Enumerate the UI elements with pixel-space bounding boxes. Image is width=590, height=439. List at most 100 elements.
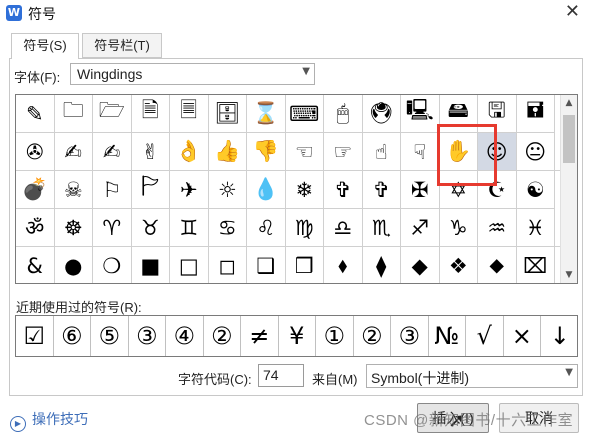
symbol-cell[interactable]: ♑ (439, 209, 478, 247)
symbol-cell[interactable]: ⌧ (517, 247, 555, 283)
symbol-cell[interactable]: 💣 (16, 171, 55, 209)
recent-symbol-cell[interactable]: ① (316, 316, 354, 356)
symbol-cell[interactable]: ♌ (247, 209, 286, 247)
symbol-cell[interactable]: 🗁 (93, 95, 132, 133)
symbol-cell[interactable]: ✈ (170, 171, 209, 209)
symbol-cell[interactable]: ✡ (439, 171, 478, 209)
symbol-cell[interactable]: 💧 (247, 171, 286, 209)
symbol-cell[interactable]: 🖴 (439, 95, 478, 133)
symbol-cell[interactable]: ● (55, 247, 93, 283)
symbol-cell[interactable]: ☜ (285, 133, 324, 171)
symbol-cell[interactable]: ♓ (516, 209, 555, 247)
symbol-cell[interactable]: ♉ (131, 209, 170, 247)
symbol-cell[interactable]: ❍ (93, 247, 132, 283)
recent-symbol-cell[interactable]: ⑥ (54, 316, 91, 356)
symbol-cell[interactable]: ☯ (516, 171, 555, 209)
recent-symbol-cell[interactable]: ③ (129, 316, 166, 356)
scroll-down-icon[interactable]: ▼ (561, 267, 577, 283)
symbol-cell[interactable]: 👎 (247, 133, 286, 171)
tab-symbol-bar[interactable]: 符号栏(T) (82, 33, 162, 58)
symbol-cell[interactable]: ✌ (131, 133, 170, 171)
recent-symbol-cell[interactable]: № (429, 316, 466, 356)
symbol-cell[interactable]: ☺ (478, 133, 517, 171)
recent-symbol-cell[interactable]: ≠ (241, 316, 279, 356)
symbol-cell[interactable]: ⬧ (324, 247, 363, 283)
symbol-cell[interactable]: ❒ (286, 247, 324, 283)
tips-label: 操作技巧 (32, 411, 88, 427)
tab-symbols[interactable]: 符号(S) (11, 33, 79, 59)
symbol-cell[interactable]: ॐ (16, 209, 55, 247)
symbol-grid-row: &●❍■□◻❑❒⬧⧫◆❖⬥⌧⍓ (16, 247, 577, 283)
symbol-cell[interactable]: ♏ (362, 209, 401, 247)
symbol-cell[interactable]: 🖫 (478, 95, 517, 133)
symbol-cell[interactable]: ☟ (401, 133, 440, 171)
scroll-up-icon[interactable]: ▲ (561, 95, 577, 111)
symbol-cell[interactable]: ☪ (478, 171, 517, 209)
symbol-cell[interactable]: 🏱 (131, 171, 170, 209)
recent-symbol-cell[interactable]: ④ (166, 316, 204, 356)
symbol-cell[interactable]: ⚐ (93, 171, 132, 209)
recent-symbol-cell[interactable]: ↓ (541, 316, 579, 356)
scroll-thumb[interactable] (563, 115, 575, 163)
symbol-cell[interactable]: ♋ (208, 209, 247, 247)
symbol-cell[interactable]: ✍ (54, 133, 93, 171)
symbol-cell[interactable]: & (16, 247, 55, 283)
symbol-cell[interactable]: ⧫ (363, 247, 401, 283)
symbol-cell[interactable]: ✍ (93, 133, 132, 171)
symbol-cell[interactable]: ✠ (401, 171, 440, 209)
from-select[interactable]: Symbol(十进制) ▼ (366, 364, 578, 388)
symbol-cell[interactable]: ☝ (362, 133, 401, 171)
symbol-cell[interactable]: 🗏 (170, 95, 209, 133)
symbol-cell[interactable]: ✞ (362, 171, 401, 209)
symbol-cell[interactable]: ♍ (285, 209, 324, 247)
cancel-button[interactable]: 取消 (499, 403, 579, 433)
symbol-cell[interactable]: ♐ (401, 209, 440, 247)
symbol-cell[interactable]: ⌛ (247, 95, 286, 133)
recent-symbol-cell[interactable]: √ (466, 316, 504, 356)
symbol-cell[interactable]: □ (170, 247, 209, 283)
symbol-grid-scrollbar[interactable]: ▲ ▼ (560, 95, 577, 283)
symbol-cell[interactable]: ❖ (440, 247, 478, 283)
recent-symbol-cell[interactable]: ⑤ (91, 316, 129, 356)
symbol-cell[interactable]: ◻ (209, 247, 247, 283)
symbol-cell[interactable]: ■ (132, 247, 170, 283)
close-icon[interactable]: ✕ (565, 2, 580, 22)
symbol-cell[interactable]: 🗀 (54, 95, 93, 133)
symbol-cell[interactable]: 🗄 (208, 95, 247, 133)
symbol-cell[interactable]: ☠ (54, 171, 93, 209)
symbol-cell[interactable]: ✎ (16, 95, 55, 133)
symbol-cell[interactable]: ♎ (324, 209, 363, 247)
symbol-cell[interactable]: 👍 (208, 133, 247, 171)
symbol-cell[interactable]: ⌨ (285, 95, 324, 133)
symbol-cell[interactable]: ◆ (401, 247, 440, 283)
symbol-cell[interactable]: 🗎 (131, 95, 170, 133)
from-select-value: Symbol(十进制) (371, 370, 470, 386)
symbol-cell[interactable]: ♊ (170, 209, 209, 247)
recent-symbol-cell[interactable]: ¥ (279, 316, 316, 356)
symbol-cell[interactable]: ❄ (285, 171, 324, 209)
symbol-cell[interactable]: ♒ (478, 209, 517, 247)
symbol-cell[interactable]: 😐 (516, 133, 555, 171)
symbol-cell[interactable]: ✇ (16, 133, 55, 171)
symbol-cell[interactable]: 🖳 (401, 95, 440, 133)
symbol-cell[interactable]: ⬥ (478, 247, 517, 283)
symbol-cell[interactable]: 🖱 (324, 95, 363, 133)
symbol-cell[interactable]: ☞ (324, 133, 363, 171)
symbol-cell[interactable]: ☼ (208, 171, 247, 209)
recent-symbol-cell[interactable]: × (504, 316, 541, 356)
font-select[interactable]: Wingdings ▼ (70, 63, 315, 85)
symbol-cell[interactable]: ✋ (439, 133, 478, 171)
symbol-cell[interactable]: ☸ (54, 209, 93, 247)
symbol-cell[interactable]: 🖬 (516, 95, 555, 133)
recent-symbol-cell[interactable]: ③ (391, 316, 429, 356)
char-code-input[interactable]: 74 (258, 364, 304, 387)
symbol-cell[interactable]: 🖲 (362, 95, 401, 133)
recent-symbol-cell[interactable]: ② (354, 316, 391, 356)
symbol-cell[interactable]: 👌 (170, 133, 209, 171)
tips-link[interactable]: ▶ 操作技巧 (10, 409, 88, 432)
symbol-cell[interactable]: ✞ (324, 171, 363, 209)
recent-symbol-cell[interactable]: ② (204, 316, 241, 356)
recent-symbol-cell[interactable]: ☑ (16, 316, 54, 356)
symbol-cell[interactable]: ♈ (93, 209, 132, 247)
symbol-cell[interactable]: ❑ (247, 247, 286, 283)
